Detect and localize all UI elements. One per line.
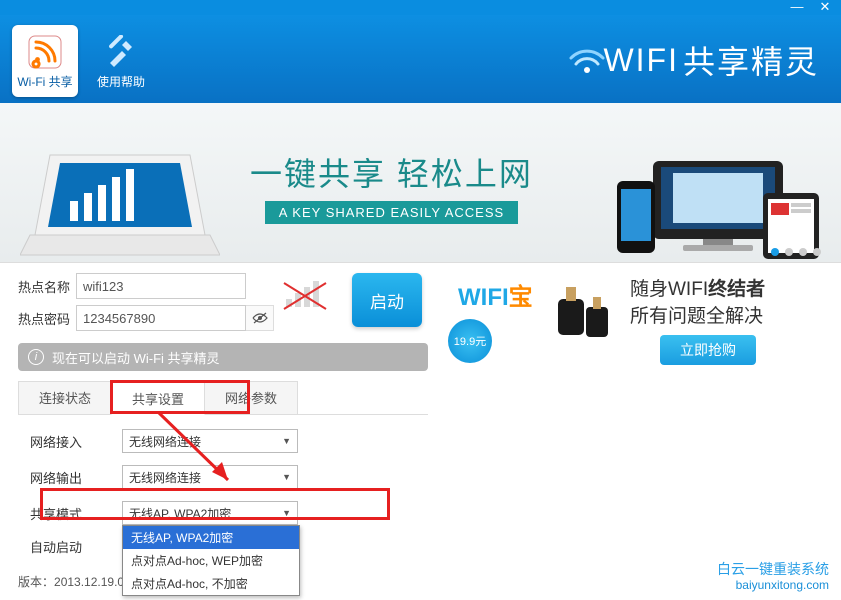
window-titlebar: — ✕ <box>0 0 841 15</box>
settings-tabs: 连接状态 共享设置 网络参数 <box>18 381 428 415</box>
chevron-down-icon: ▼ <box>282 472 291 482</box>
version-footer: 版本：2013.12.19.001 <box>18 573 137 590</box>
tab-wifi-share-label: Wi-Fi 共享 <box>17 73 72 90</box>
start-button[interactable]: 启动 <box>352 273 422 327</box>
tools-icon <box>101 33 141 71</box>
tab-wifi-share[interactable]: Wi-Fi 共享 <box>12 25 78 97</box>
buy-now-button[interactable]: 立即抢购 <box>660 335 756 365</box>
logo-prefix: WIFI <box>603 42 679 79</box>
net-in-label: 网络接入 <box>22 432 122 451</box>
share-mode-label: 共享模式 <box>22 504 122 523</box>
net-in-value: 无线网络连接 <box>129 433 201 450</box>
share-mode-option-3[interactable]: 点对点Ad-hoc, 不加密 <box>123 572 299 595</box>
share-mode-select[interactable]: 无线AP, WPA2加密 ▼ 无线AP, WPA2加密 点对点Ad-hoc, W… <box>122 501 298 525</box>
net-out-select[interactable]: 无线网络连接 ▼ <box>122 465 298 489</box>
tab-connection-status[interactable]: 连接状态 <box>18 381 112 414</box>
dot-2[interactable] <box>785 248 793 256</box>
dot-1[interactable] <box>771 248 779 256</box>
share-mode-value: 无线AP, WPA2加密 <box>129 505 231 522</box>
hotspot-name-input[interactable] <box>76 273 246 299</box>
promo-logo: WIFI宝 <box>458 277 533 312</box>
chevron-down-icon: ▼ <box>282 436 291 446</box>
hotspot-pwd-label: 热点密码 <box>18 309 76 328</box>
share-mode-option-2[interactable]: 点对点Ad-hoc, WEP加密 <box>123 549 299 572</box>
status-text: 现在可以启动 Wi-Fi 共享精灵 <box>52 348 220 367</box>
hotspot-pwd-input[interactable] <box>76 305 246 331</box>
side-promo: WIFI宝 19.9元 随身WIFI终结者 所有问题全解决 立即抢购 <box>448 273 823 393</box>
toggle-password-icon[interactable] <box>246 305 274 331</box>
promo-banner: 一键共享 轻松上网 A KEY SHARED EASILY ACCESS <box>0 103 841 263</box>
rss-icon <box>25 33 65 71</box>
minimize-button[interactable]: — <box>783 0 811 15</box>
tab-share-settings[interactable]: 共享设置 <box>111 382 205 415</box>
watermark-url: baiyunxitong.com <box>717 578 829 594</box>
share-mode-option-1[interactable]: 无线AP, WPA2加密 <box>123 526 299 549</box>
dot-4[interactable] <box>813 248 821 256</box>
usb-dongle-graphic <box>548 277 620 354</box>
watermark: 白云一键重装系统 baiyunxitong.com <box>717 560 829 594</box>
banner-text: 一键共享 轻松上网 A KEY SHARED EASILY ACCESS <box>250 149 533 224</box>
tab-network-params[interactable]: 网络参数 <box>204 381 298 414</box>
promo-price-badge: 19.9元 <box>448 319 492 363</box>
app-header: Wi-Fi 共享 使用帮助 WIFI 共享精灵 <box>0 15 841 103</box>
auto-start-label: 自动启动 <box>22 537 122 556</box>
settings-panel: 网络接入 无线网络连接 ▼ 网络输出 无线网络连接 ▼ 共享模式 无线AP, W… <box>18 415 428 582</box>
devices-graphic <box>613 153 823 263</box>
net-out-value: 无线网络连接 <box>129 469 201 486</box>
dot-3[interactable] <box>799 248 807 256</box>
tab-help-label: 使用帮助 <box>97 73 145 90</box>
signal-indicator <box>282 273 342 315</box>
app-logo: WIFI 共享精灵 <box>567 37 819 83</box>
hotspot-name-label: 热点名称 <box>18 277 76 296</box>
banner-en: A KEY SHARED EASILY ACCESS <box>265 201 518 224</box>
promo-text: 随身WIFI终结者 所有问题全解决 <box>630 277 765 330</box>
close-button[interactable]: ✕ <box>811 0 839 15</box>
banner-dots <box>771 248 821 256</box>
banner-cn: 一键共享 轻松上网 <box>250 149 533 195</box>
logo-suffix: 共享精灵 <box>683 37 819 83</box>
net-out-label: 网络输出 <box>22 468 122 487</box>
version-label: 版本： <box>18 575 54 589</box>
tab-help[interactable]: 使用帮助 <box>88 25 154 97</box>
share-mode-dropdown: 无线AP, WPA2加密 点对点Ad-hoc, WEP加密 点对点Ad-hoc,… <box>122 525 300 596</box>
laptop-graphic <box>20 145 220 263</box>
status-bar: i 现在可以启动 Wi-Fi 共享精灵 <box>18 343 428 371</box>
info-icon: i <box>28 349 44 365</box>
net-in-select[interactable]: 无线网络连接 ▼ <box>122 429 298 453</box>
watermark-cn: 白云一键重装系统 <box>717 560 829 578</box>
chevron-down-icon: ▼ <box>282 508 291 518</box>
